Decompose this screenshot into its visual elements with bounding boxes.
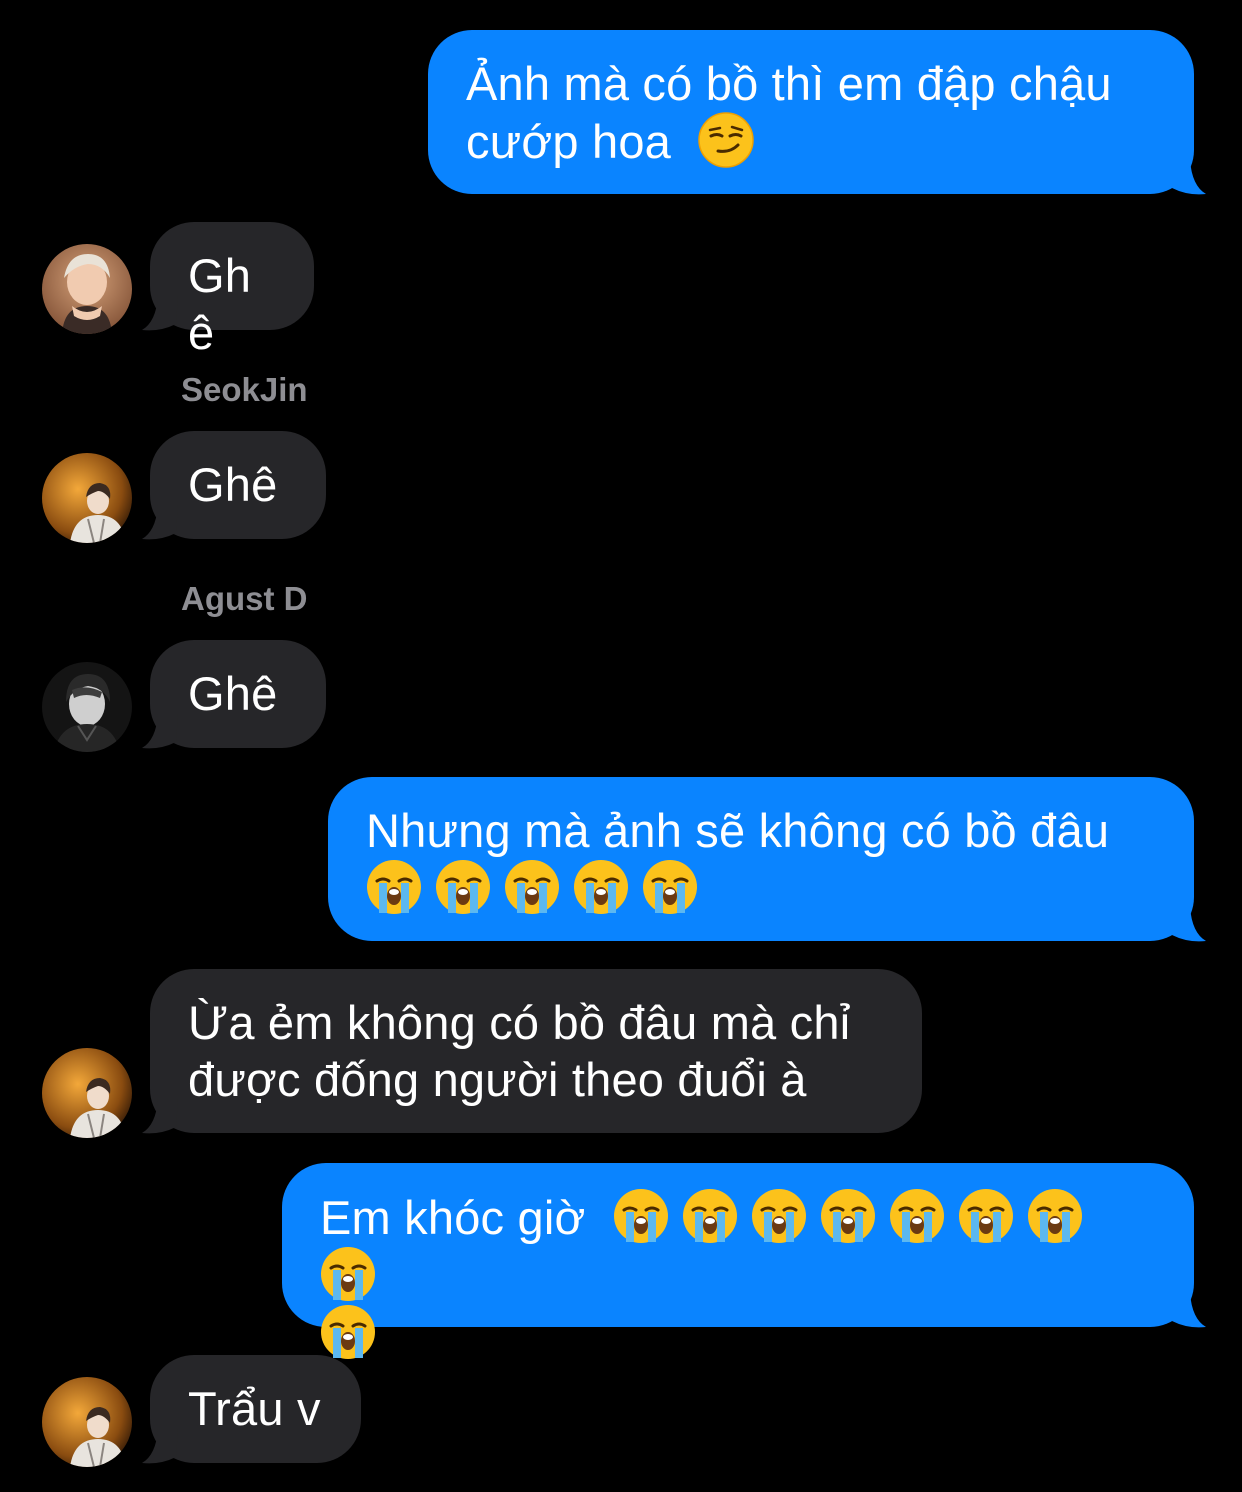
message-text: Trẩu v (188, 1382, 321, 1435)
loudly-crying-face-icon (889, 1188, 945, 1244)
bubble-tail (142, 714, 178, 749)
bubble-tail (142, 1099, 178, 1134)
message-thread[interactable]: Ảnh mà có bồ thì em đập chậu cướp hoa Gh… (0, 0, 1242, 1492)
message-bubble-incoming[interactable]: Ừa ẻm không có bồ đâu mà chỉ được đống n… (150, 969, 922, 1133)
loudly-crying-face-icon (751, 1188, 807, 1244)
message-bubble-outgoing[interactable]: Nhưng mà ảnh sẽ không có bồ đâu (328, 777, 1194, 941)
message-bubble-outgoing[interactable]: Ảnh mà có bồ thì em đập chậu cướp hoa (428, 30, 1194, 194)
loudly-crying-face-icon (958, 1188, 1014, 1244)
loudly-crying-face-icon (504, 859, 560, 915)
message-text: Ghê (188, 458, 278, 511)
sender-name: Agust D (181, 580, 308, 617)
loudly-crying-face-icon (435, 859, 491, 915)
bubble-tail (142, 296, 178, 331)
message-text: Nhưng mà ảnh sẽ không có bồ đâu (366, 804, 1110, 857)
loudly-crying-face-icon (1027, 1188, 1083, 1244)
loudly-crying-face-icon (613, 1188, 669, 1244)
bubble-tail (1170, 160, 1206, 195)
loudly-crying-face-icon (820, 1188, 876, 1244)
loudly-crying-face-icon (642, 859, 698, 915)
message-text: Ừa ẻm không có bồ đâu mà chỉ được đống n… (188, 996, 851, 1106)
avatar[interactable] (42, 453, 132, 543)
loudly-crying-face-icon (366, 859, 422, 915)
message-bubble-incoming[interactable]: Trẩu v (150, 1355, 361, 1463)
bubble-tail (1170, 907, 1206, 942)
avatar[interactable] (42, 662, 132, 752)
avatar[interactable] (42, 1377, 132, 1467)
bubble-tail (1170, 1293, 1206, 1328)
loudly-crying-face-icon (320, 1304, 376, 1360)
sender-name: SeokJin (181, 371, 308, 408)
avatar[interactable] (42, 244, 132, 334)
message-text: Ghê (188, 249, 252, 359)
loudly-crying-face-icon (682, 1188, 738, 1244)
bubble-tail (142, 1429, 178, 1464)
loudly-crying-face-icon (320, 1246, 376, 1302)
message-text: Ảnh mà có bồ thì em đập chậu cướp hoa (466, 57, 1112, 168)
avatar[interactable] (42, 1048, 132, 1138)
smirk-emoji-icon (698, 112, 755, 168)
loudly-crying-face-icon (573, 859, 629, 915)
message-text: Ghê (188, 667, 278, 720)
bubble-tail (142, 505, 178, 540)
message-bubble-outgoing[interactable]: Em khóc giờ (282, 1163, 1194, 1359)
message-text: Em khóc giờ (320, 1191, 586, 1244)
